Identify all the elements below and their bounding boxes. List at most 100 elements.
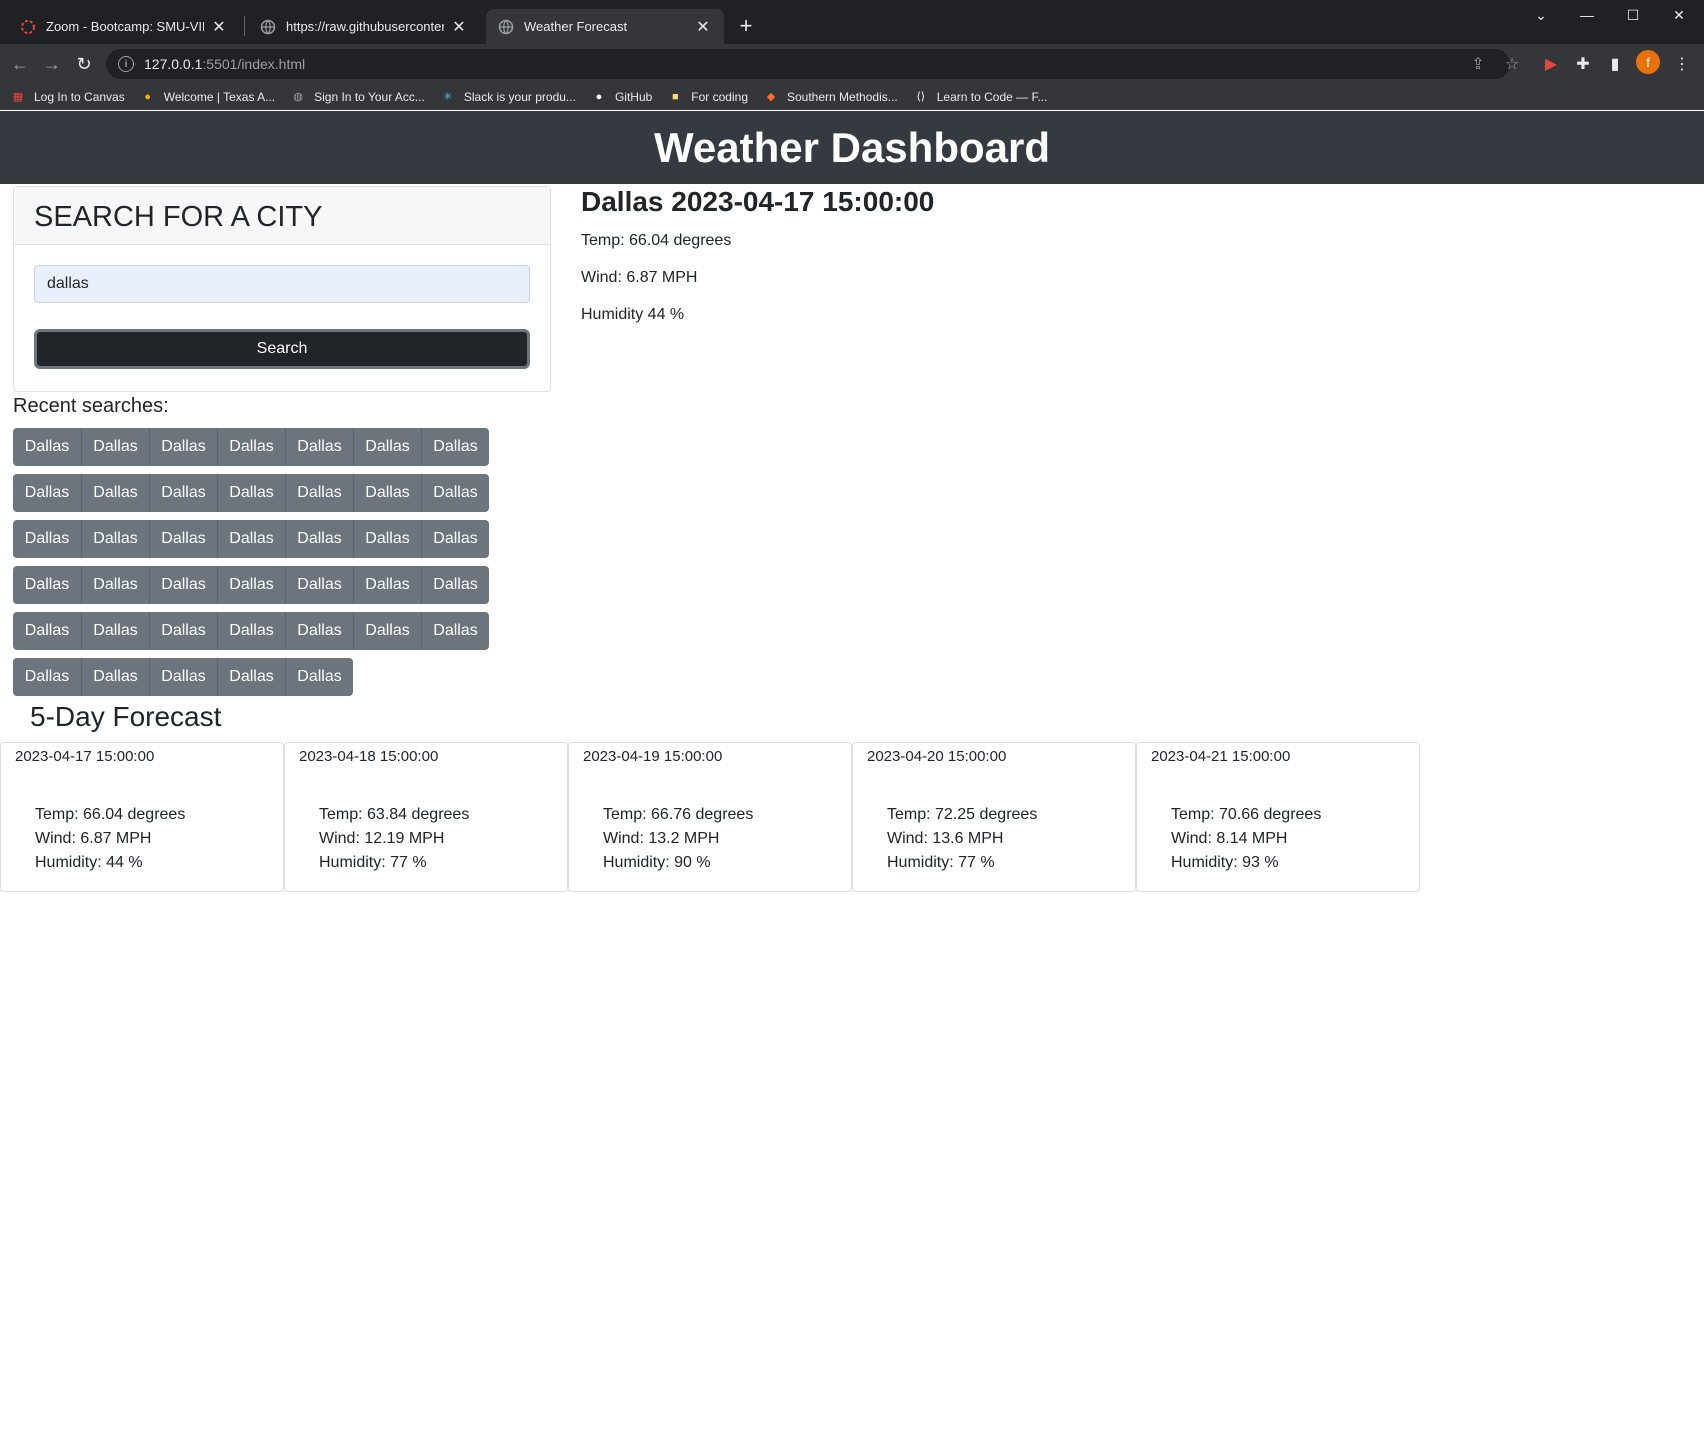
recent-city-button[interactable]: Dallas	[217, 428, 285, 466]
address-bar[interactable]: i 127.0.0.1:5501/index.html	[106, 49, 1510, 79]
recent-searches-row: Dallas Dallas Dallas Dallas Dallas Dallas Dall…	[13, 474, 493, 512]
bookmark-canvas[interactable]: ▦ Log In to Canvas	[10, 89, 125, 105]
recent-searches-row: Dallas Dallas Dallas Dallas Dallas Dallas Dall…	[13, 520, 493, 558]
recent-city-button[interactable]: Dallas	[285, 612, 353, 650]
recent-city-button[interactable]: Dallas	[421, 474, 489, 512]
tab-zoom[interactable]: Zoom - Bootcamp: SMU-VIRT-FS ✕	[8, 9, 240, 44]
recent-city-button[interactable]: Dallas	[421, 612, 489, 650]
city-search-input[interactable]	[34, 265, 530, 303]
recent-city-button[interactable]: Dallas	[353, 520, 421, 558]
texas-icon: ●	[144, 90, 152, 103]
recent-city-button[interactable]: Dallas	[81, 520, 149, 558]
recent-city-button[interactable]: Dallas	[217, 612, 285, 650]
bookmark-github[interactable]: ● GitHub	[591, 89, 653, 105]
recent-city-button[interactable]: Dallas	[81, 428, 149, 466]
recent-city-button[interactable]: Dallas	[285, 474, 353, 512]
recent-searches-row: Dallas Dallas Dallas Dallas Dallas	[13, 658, 493, 696]
recent-city-button[interactable]: Dallas	[149, 474, 217, 512]
forecast-humidity: Humidity: 93 %	[1171, 854, 1279, 871]
tab-github-raw[interactable]: https://raw.githubusercontent.co ✕	[248, 9, 480, 44]
forward-arrow-icon[interactable]: →	[38, 50, 66, 78]
bookmarks-bar: ▦ Log In to Canvas ● Welcome | Texas A... …	[0, 84, 1704, 110]
maximize-icon[interactable]: ☐	[1610, 0, 1656, 30]
forecast-humidity: Humidity: 90 %	[603, 854, 711, 871]
recent-city-button[interactable]: Dallas	[285, 520, 353, 558]
close-icon[interactable]: ✕	[694, 18, 712, 36]
forecast-temp: Temp: 66.76 degrees	[603, 806, 754, 823]
forecast-humidity: Humidity: 44 %	[35, 854, 143, 871]
minimize-icon[interactable]: —	[1564, 0, 1610, 30]
forecast-date: 2023-04-18 15:00:00	[299, 748, 439, 765]
recent-city-button[interactable]: Dallas	[149, 428, 217, 466]
menu-kebab-icon[interactable]: ⋮	[1668, 50, 1696, 78]
recent-city-button[interactable]: Dallas	[13, 520, 81, 558]
bookmark-texas[interactable]: ● Welcome | Texas A...	[140, 89, 275, 105]
github-icon: ●	[595, 90, 603, 103]
new-tab-button[interactable]: +	[734, 13, 758, 38]
bookmark-folder-coding[interactable]: ■ For coding	[667, 89, 748, 105]
side-panel-icon[interactable]: ▮	[1601, 50, 1629, 78]
recent-city-button[interactable]: Dallas	[421, 566, 489, 604]
bookmark-learn[interactable]: ⟨⟩ Learn to Code — F...	[913, 89, 1047, 105]
recent-city-button[interactable]: Dallas	[217, 658, 285, 696]
window-close-icon[interactable]: ✕	[1656, 0, 1702, 30]
recent-city-button[interactable]: Dallas	[149, 612, 217, 650]
tab-weather-forecast[interactable]: Weather Forecast ✕	[486, 9, 724, 44]
back-arrow-icon[interactable]: ←	[6, 50, 34, 78]
recent-city-button[interactable]: Dallas	[421, 520, 489, 558]
bookmark-label: Welcome | Texas A...	[163, 89, 276, 104]
forecast-date: 2023-04-17 15:00:00	[15, 748, 155, 765]
share-icon[interactable]: ⇪	[1466, 52, 1490, 76]
bookmark-slack[interactable]: ✳ Slack is your produ...	[440, 89, 576, 105]
search-button[interactable]: Search	[34, 329, 530, 369]
globe-icon	[260, 19, 276, 35]
recent-searches-label: Recent searches:	[13, 395, 169, 417]
puzzle-extensions-icon[interactable]: ✚	[1569, 50, 1597, 78]
recent-city-button[interactable]: Dallas	[421, 428, 489, 466]
tab-title: Zoom - Bootcamp: SMU-VIRT-FS	[46, 19, 204, 34]
tab-search-chevron-icon[interactable]: ⌄	[1518, 0, 1564, 30]
bookmark-signin[interactable]: ◍ Sign In to Your Acc...	[290, 89, 425, 105]
recent-city-button[interactable]: Dallas	[285, 566, 353, 604]
recent-city-button[interactable]: Dallas	[81, 566, 149, 604]
recent-city-button[interactable]: Dallas	[81, 658, 149, 696]
recent-city-button[interactable]: Dallas	[13, 474, 81, 512]
recent-searches-row: Dallas Dallas Dallas Dallas Dallas Dallas Dall…	[13, 566, 493, 604]
recent-city-button[interactable]: Dallas	[81, 474, 149, 512]
recent-city-button[interactable]: Dallas	[149, 520, 217, 558]
recent-city-button[interactable]: Dallas	[13, 658, 81, 696]
recent-city-button[interactable]: Dallas	[353, 428, 421, 466]
extension-icon[interactable]: ▶	[1537, 50, 1565, 78]
recent-searches-row: Dallas Dallas Dallas Dallas Dallas Dallas Dall…	[13, 428, 493, 466]
close-icon[interactable]: ✕	[450, 18, 468, 36]
bookmark-star-icon[interactable]: ☆	[1500, 52, 1524, 76]
recent-city-button[interactable]: Dallas	[217, 474, 285, 512]
recent-city-button[interactable]: Dallas	[149, 566, 217, 604]
forecast-details: Temp: 66.76 degrees Wind: 13.2 MPH Humidit…	[603, 803, 753, 875]
bookmark-label: GitHub	[614, 89, 653, 104]
site-info-icon[interactable]: i	[118, 56, 134, 72]
profile-avatar[interactable]: f	[1636, 50, 1660, 74]
close-icon[interactable]: ✕	[210, 18, 228, 36]
recent-city-button[interactable]: Dallas	[13, 428, 81, 466]
recent-city-button[interactable]: Dallas	[285, 428, 353, 466]
recent-city-button[interactable]: Dallas	[217, 566, 285, 604]
recent-city-button[interactable]: Dallas	[353, 612, 421, 650]
forecast-details: Temp: 63.84 degrees Wind: 12.19 MPH Humidi…	[319, 803, 469, 875]
forecast-wind: Wind: 12.19 MPH	[319, 830, 445, 847]
recent-city-button[interactable]: Dallas	[217, 520, 285, 558]
recent-city-button[interactable]: Dallas	[353, 474, 421, 512]
tab-title: https://raw.githubusercontent.co	[286, 19, 444, 34]
globe-icon: ◍	[293, 91, 303, 103]
recent-city-button[interactable]: Dallas	[353, 566, 421, 604]
browser-toolbar: ← → ↻ i 127.0.0.1:5501/index.html ⇪ ☆ ▶ …	[0, 44, 1704, 84]
recent-city-button[interactable]: Dallas	[13, 612, 81, 650]
recent-city-button[interactable]: Dallas	[285, 658, 353, 696]
forecast-card: 2023-04-21 15:00:00 Temp: 70.66 degrees Wi…	[1136, 742, 1420, 892]
recent-city-button[interactable]: Dallas	[149, 658, 217, 696]
reload-icon[interactable]: ↻	[70, 50, 98, 78]
recent-city-button[interactable]: Dallas	[81, 612, 149, 650]
forecast-temp: Temp: 70.66 degrees	[1171, 806, 1322, 823]
bookmark-southern[interactable]: ◆ Southern Methodis...	[763, 89, 898, 105]
recent-city-button[interactable]: Dallas	[13, 566, 81, 604]
